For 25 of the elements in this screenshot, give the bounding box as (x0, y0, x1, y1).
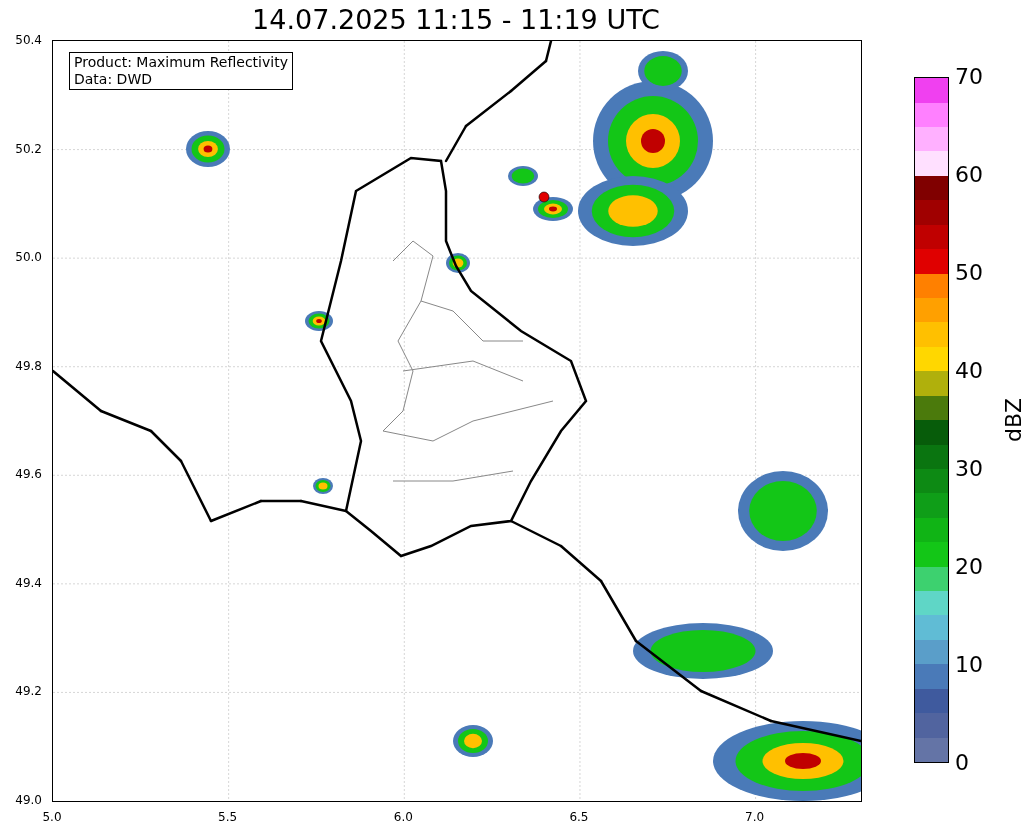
x-tick-label: 7.0 (745, 810, 765, 824)
scale-tick-label: 30 (955, 456, 983, 482)
y-tick-label: 49.4 (15, 575, 42, 590)
info-text: Data: DWD (74, 71, 153, 88)
scale-tick-label: 40 (955, 358, 983, 384)
y-tick-label: 50.4 (15, 33, 42, 47)
scale-label: dBZ (1001, 397, 1023, 443)
scale-tick-label: 0 (955, 750, 969, 776)
x-tick-label: 6.5 (569, 810, 589, 824)
chart-title: 14.07.2025 11:15 - 11:19 UTC (251, 3, 661, 37)
y-tick-label: 49.6 (15, 467, 42, 482)
x-tick-label: 6.0 (393, 810, 413, 824)
y-tick-label: 49.2 (15, 684, 42, 699)
x-tick-label: 5.5 (218, 810, 238, 824)
info-text: Product: Maximum Reflectivity (74, 54, 288, 71)
scale-tick-label: 20 (955, 554, 983, 580)
scale-tick-label: 50 (955, 260, 983, 286)
y-tick-label: 49.0 (15, 793, 42, 807)
scale-tick-label: 10 (955, 652, 983, 678)
y-tick-label: 50.2 (15, 141, 42, 156)
scale-tick-label: 70 (955, 64, 983, 90)
y-tick-label: 49.8 (15, 358, 42, 373)
y-tick-label: 50.0 (15, 250, 42, 265)
scale-tick-label: 60 (955, 162, 983, 188)
x-tick-label: 5.0 (42, 810, 62, 824)
